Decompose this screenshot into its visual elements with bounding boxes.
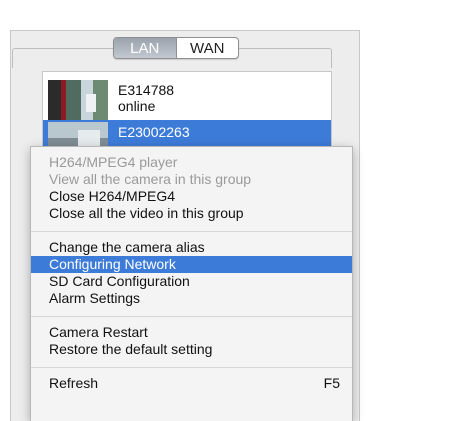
menu-item-view-all-cameras: View all the camera in this group [49, 171, 252, 187]
menu-item-restore-default[interactable]: Restore the default setting [31, 341, 352, 358]
menu-item-change-alias[interactable]: Change the camera alias [31, 239, 352, 256]
menu-item-h264-player: H264/MPEG4 player [49, 154, 178, 170]
tab-wan[interactable]: WAN [177, 38, 239, 58]
menu-item-refresh-label: Refresh [49, 375, 99, 391]
menu-item-sd-card-config[interactable]: SD Card Configuration [31, 273, 352, 290]
camera-thumbnail [48, 80, 108, 120]
app-root: LAN WAN E314788 online E23002263 H264/MP… [0, 0, 454, 421]
menu-item-refresh[interactable]: Refresh F5 [31, 375, 352, 392]
camera-status: online [118, 98, 156, 114]
menu-item-alarm-settings[interactable]: Alarm Settings [31, 290, 352, 307]
menu-item-close-h264[interactable]: Close H264/MPEG4 [31, 188, 352, 205]
menu-item-camera-restart[interactable]: Camera Restart [31, 324, 352, 341]
camera-name: E314788 [118, 82, 175, 98]
network-segmented-control: LAN WAN [113, 37, 239, 59]
menu-separator [31, 367, 352, 368]
context-menu: H264/MPEG4 player View all the camera in… [30, 146, 353, 421]
menu-item-close-all-video[interactable]: Close all the video in this group [31, 205, 352, 222]
camera-list-item[interactable]: E314788 online [43, 78, 331, 126]
menu-item-configuring-network[interactable]: Configuring Network [31, 256, 352, 273]
menu-separator [31, 316, 352, 317]
tab-lan[interactable]: LAN [114, 38, 177, 58]
menu-separator [31, 231, 352, 232]
menu-shortcut-f5: F5 [323, 375, 340, 391]
camera-name: E23002263 [118, 124, 190, 140]
